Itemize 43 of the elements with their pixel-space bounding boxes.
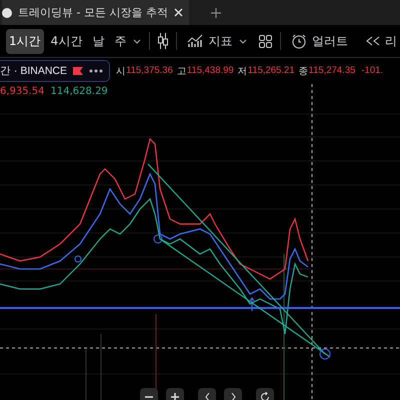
symbol-text: 간 · BINANCE: [0, 64, 68, 78]
trend-line[interactable]: [160, 238, 330, 358]
layout-grid-icon[interactable]: [259, 34, 272, 48]
chart-indicator-icon: [187, 34, 204, 48]
trend-line[interactable]: [148, 164, 326, 354]
interval-button[interactable]: 주: [111, 28, 130, 54]
ohlc-value: 115,438.99: [186, 64, 234, 78]
indicator-value: 6,935.54: [0, 86, 45, 97]
signal-circle: [154, 234, 162, 244]
interval-button[interactable]: 4시간: [48, 28, 86, 54]
signal-circle: [74, 256, 82, 262]
change-value: -101.: [361, 64, 384, 78]
plus-icon: [171, 393, 179, 400]
ohlc-label: 저: [238, 64, 248, 78]
replay-button[interactable]: 리: [363, 30, 400, 52]
ohlc-label: 고: [176, 64, 187, 78]
chevron-down-icon[interactable]: [133, 38, 142, 44]
ohlc-value: 115,274.35: [308, 64, 356, 78]
minus-icon: [145, 396, 153, 398]
rewind-icon: [366, 36, 380, 46]
ohlc-label: 종: [298, 64, 309, 78]
reset-icon: [260, 392, 270, 400]
alert-button[interactable]: 얼러트: [289, 30, 352, 52]
ohlc-label: 시: [116, 64, 126, 78]
ohlc-value: 115,265.21: [248, 64, 295, 78]
alarm-clock-icon: [292, 34, 308, 48]
close-icon[interactable]: [174, 8, 183, 17]
indicators-button[interactable]: 지표: [184, 30, 236, 52]
chevron-left-icon: [204, 393, 210, 400]
browser-tab[interactable]: 트레이딩뷰 - 모든 시장을 추적: [2, 0, 189, 25]
interval-button[interactable]: 1시간: [6, 28, 44, 54]
candlestick-icon[interactable]: [158, 33, 168, 49]
chevron-right-icon: [230, 393, 236, 400]
ohlc-value: 115,375.36: [126, 64, 173, 78]
anchor-handle[interactable]: [320, 348, 330, 360]
flag-icon[interactable]: [73, 67, 84, 75]
symbol-label[interactable]: 간 · BINANCE: [0, 60, 110, 82]
indicator-value: 114,628.29: [50, 86, 108, 97]
chevron-down-icon[interactable]: [239, 38, 248, 44]
interval-button[interactable]: 날: [89, 28, 108, 54]
more-icon[interactable]: [89, 69, 104, 73]
plus-icon[interactable]: [210, 8, 221, 18]
up-arrow-icon: [248, 297, 256, 312]
